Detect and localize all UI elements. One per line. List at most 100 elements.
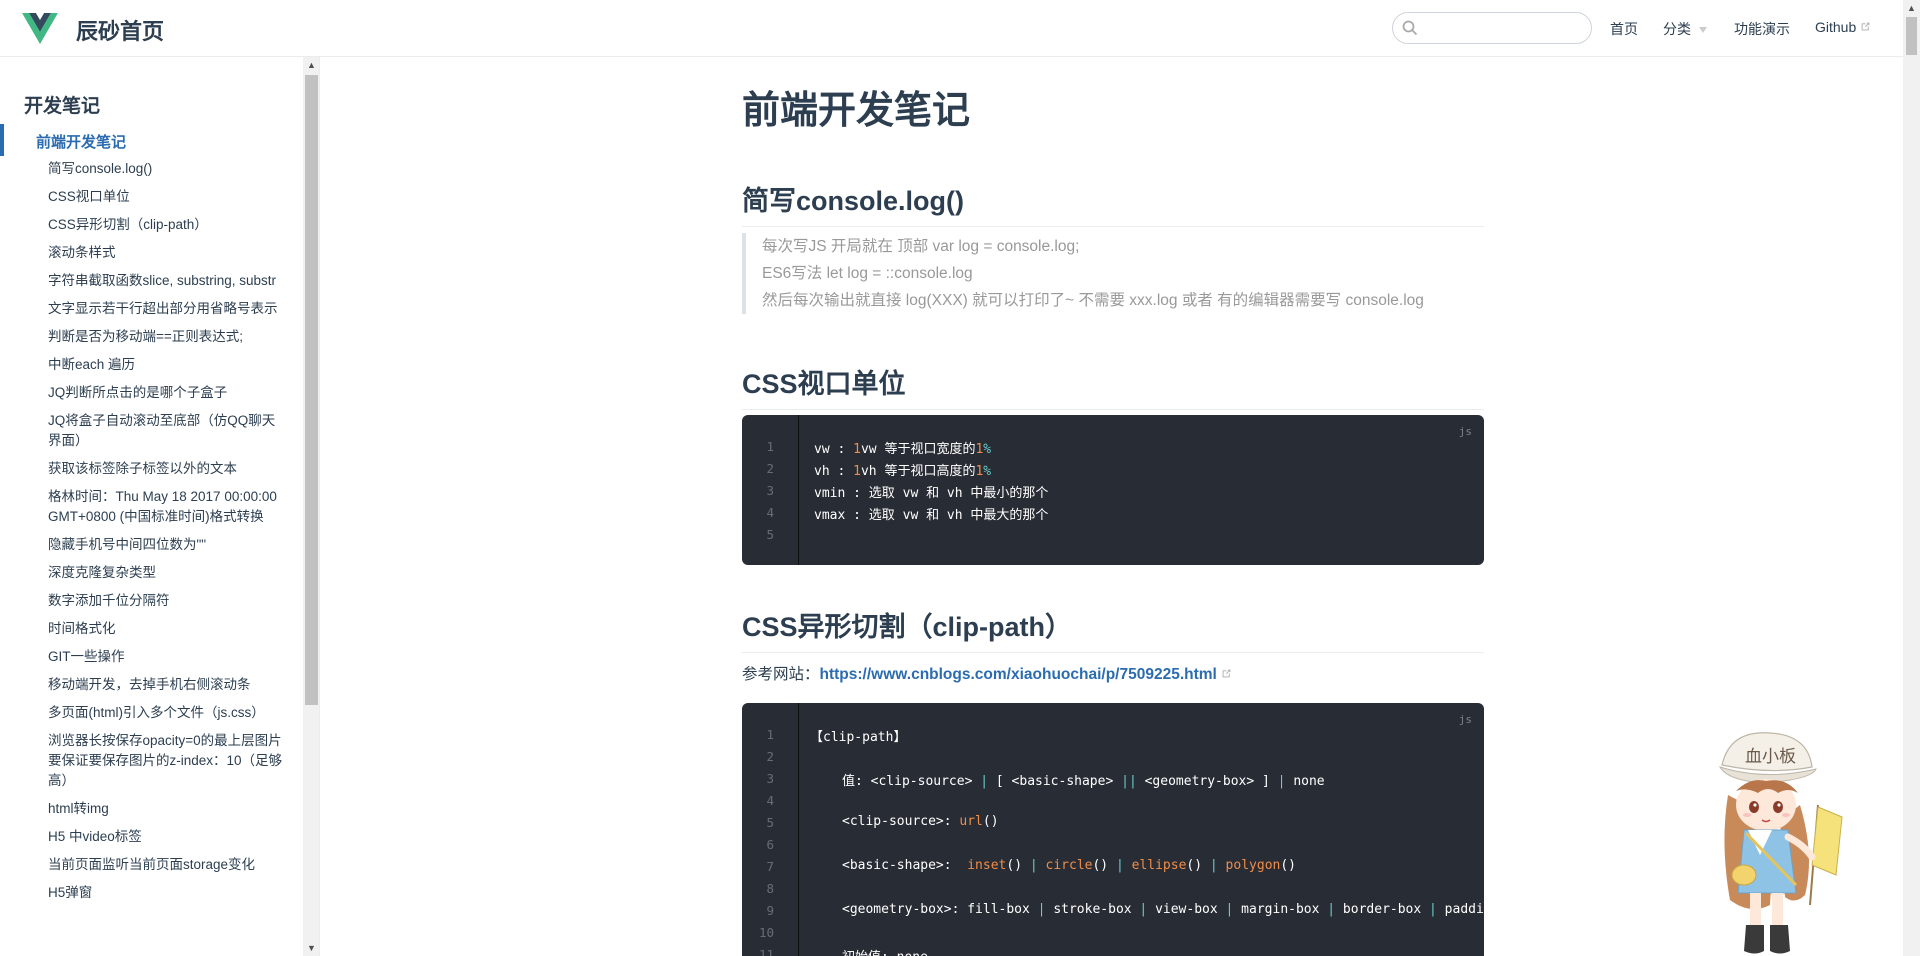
code-token: ellipse xyxy=(1123,858,1187,873)
code-token: border-box xyxy=(1335,902,1430,917)
code-token: view-box xyxy=(1147,902,1226,917)
reference-label: 参考网站： xyxy=(742,666,820,683)
code-token: % xyxy=(983,442,992,457)
sidebar-sub-item[interactable]: 数字添加千位分隔符 xyxy=(48,591,288,611)
code-token: circle xyxy=(1037,858,1093,873)
mascot-cap-text: 血小板 xyxy=(1745,747,1796,767)
line-number: 7 xyxy=(766,859,774,874)
sidebar-sub-item[interactable]: JQ将盒子自动滚动至底部（仿QQ聊天界面） xyxy=(48,411,288,451)
sidebar-sub-item[interactable]: H5 中video标签 xyxy=(48,827,288,847)
external-link-icon xyxy=(1861,22,1870,31)
section-heading-css-viewport: CSS视口单位 xyxy=(742,362,1484,410)
mascot-platelet-girl[interactable]: 血小板 xyxy=(1700,725,1850,956)
line-number: 5 xyxy=(766,815,774,830)
code-token: 1 xyxy=(853,442,861,457)
sidebar-sub-item[interactable]: 简写console.log() xyxy=(48,159,288,179)
code-line: 初始值: none xyxy=(842,946,928,956)
code-gutter: 1 2 3 4 5 6 7 8 9 10 11 xyxy=(742,703,799,956)
line-number: 2 xyxy=(766,749,774,764)
code-token: () xyxy=(1006,858,1030,873)
code-gutter: 1 2 3 4 5 xyxy=(742,415,799,565)
code-line: vmax : 选取 vw 和 vh 中最大的那个 xyxy=(814,508,1049,523)
sidebar-sub-item[interactable]: 格林时间：Thu May 18 2017 00:00:00 GMT+0800 (… xyxy=(48,487,288,527)
code-line: vh : 1vh 等于视口高度的1% xyxy=(814,460,991,479)
code-token: <geometry-box>: fill-box xyxy=(842,902,1038,917)
search-box[interactable] xyxy=(1392,12,1592,44)
reference-line: 参考网站：https://www.cnblogs.com/xiaohuochai… xyxy=(742,662,1232,684)
code-line: <basic-shape>: inset() | circle() | elli… xyxy=(842,858,1296,873)
code-token: <geometry-box> ] xyxy=(1136,774,1278,789)
sidebar-sub-item[interactable]: 隐藏手机号中间四位数为"" xyxy=(48,535,288,555)
sidebar-sub-item[interactable]: 当前页面监听当前页面storage变化 xyxy=(48,855,288,875)
code-token: () xyxy=(982,814,999,829)
code-token: inset xyxy=(967,858,1007,873)
sidebar-sub-items: 简写console.log() CSS视口单位 CSS异形切割（clip-pat… xyxy=(48,159,288,911)
sidebar-sub-item[interactable]: CSS视口单位 xyxy=(48,187,288,207)
line-number: 1 xyxy=(766,439,774,454)
reference-link[interactable]: https://www.cnblogs.com/xiaohuochai/p/75… xyxy=(820,666,1217,683)
code-lang-label: js xyxy=(1458,713,1472,726)
sidebar-sub-item[interactable]: 获取该标签除子标签以外的文本 xyxy=(48,459,288,479)
sidebar-sub-item[interactable]: 多页面(html)引入多个文件（js.css） xyxy=(48,703,288,723)
page-scrollbar-thumb[interactable] xyxy=(1906,17,1917,55)
search-input[interactable] xyxy=(1425,18,1584,40)
section-heading-console-log: 简写console.log() xyxy=(742,179,1484,227)
sidebar-sub-item[interactable]: 文字显示若干行超出部分用省略号表示 xyxy=(48,299,288,319)
search-icon xyxy=(1402,20,1418,36)
nav-link-demo[interactable]: 功能演示 xyxy=(1734,19,1790,39)
code-token: <clip-source>: xyxy=(842,814,960,829)
line-number: 1 xyxy=(766,727,774,742)
sidebar-sub-item[interactable]: 字符串截取函数slice, substring, substr xyxy=(48,271,288,291)
sidebar-sub-item[interactable]: html转img xyxy=(48,799,288,819)
sidebar-sub-item[interactable]: 移动端开发，去掉手机右侧滚动条 xyxy=(48,675,288,695)
sidebar-sub-item[interactable]: CSS异形切割（clip-path） xyxy=(48,215,288,235)
scroll-down-arrow-icon[interactable]: ▼ xyxy=(307,943,316,953)
line-number: 10 xyxy=(758,925,774,940)
nav-link-category[interactable]: 分类 xyxy=(1663,19,1707,39)
external-link-icon xyxy=(1222,669,1231,678)
sidebar-heading[interactable]: 开发笔记 xyxy=(24,91,100,118)
code-block-clip-path[interactable]: 1 2 3 4 5 6 7 8 9 10 11 js 【clip-path】 值… xyxy=(742,703,1484,956)
code-token: 1 xyxy=(853,464,861,479)
code-token: | xyxy=(1209,858,1218,873)
code-block-viewport[interactable]: 1 2 3 4 5 js vw : 1vw 等于视口宽度的1% vh : 1vh… xyxy=(742,415,1484,565)
code-line: 【clip-path】 xyxy=(810,730,907,745)
code-token: margin-box xyxy=(1233,902,1328,917)
vue-logo-icon[interactable] xyxy=(22,13,58,44)
sidebar-scrollbar[interactable]: ▲ ▼ xyxy=(303,57,319,956)
code-token: [ <basic-shape> xyxy=(988,774,1122,789)
code-token: | xyxy=(1327,902,1336,917)
code-token: stroke-box xyxy=(1045,902,1140,917)
nav-link-home[interactable]: 首页 xyxy=(1610,19,1638,39)
line-number: 11 xyxy=(758,947,774,956)
scroll-up-arrow-icon[interactable]: ▲ xyxy=(1907,3,1916,13)
sidebar-item-active[interactable]: 前端开发笔记 xyxy=(0,124,303,156)
sidebar-item-active-label: 前端开发笔记 xyxy=(36,134,127,151)
sidebar-sub-item[interactable]: 深度克隆复杂类型 xyxy=(48,563,288,583)
line-number: 3 xyxy=(766,483,774,498)
sidebar-sub-item[interactable]: 中断each 遍历 xyxy=(48,355,288,375)
scroll-up-arrow-icon[interactable]: ▲ xyxy=(307,60,316,70)
section-heading-clip-path: CSS异形切割（clip-path） xyxy=(742,605,1484,653)
quote-line: 每次写JS 开局就在 顶部 var log = console.log; xyxy=(762,238,1080,255)
sidebar-sub-item[interactable]: 浏览器长按保存opacity=0的最上层图片要保证要保存图片的z-index：1… xyxy=(48,731,288,791)
sidebar-sub-item[interactable]: 时间格式化 xyxy=(48,619,288,639)
code-token: | xyxy=(980,774,989,789)
line-number: 4 xyxy=(766,505,774,520)
line-number: 8 xyxy=(766,881,774,896)
sidebar-sub-item[interactable]: 滚动条样式 xyxy=(48,243,288,263)
nav-link-github[interactable]: Github xyxy=(1815,19,1871,35)
line-number: 6 xyxy=(766,837,774,852)
sidebar-sub-item[interactable]: JQ判断所点击的是哪个子盒子 xyxy=(48,383,288,403)
code-token: || xyxy=(1121,774,1137,789)
site-name[interactable]: 辰砂首页 xyxy=(76,14,164,46)
code-token: 值: <clip-source> xyxy=(842,774,981,789)
sidebar-scrollbar-thumb[interactable] xyxy=(305,75,318,705)
code-line: <geometry-box>: fill-box | stroke-box | … xyxy=(842,902,1484,917)
sidebar-sub-item[interactable]: H5弹窗 xyxy=(48,883,288,903)
page-scrollbar[interactable]: ▲ xyxy=(1903,0,1920,956)
chevron-down-icon xyxy=(1699,27,1707,34)
sidebar-sub-item[interactable]: 判断是否为移动端==正则表达式; xyxy=(48,327,288,347)
code-token: | xyxy=(1115,858,1124,873)
sidebar-sub-item[interactable]: GIT一些操作 xyxy=(48,647,288,667)
